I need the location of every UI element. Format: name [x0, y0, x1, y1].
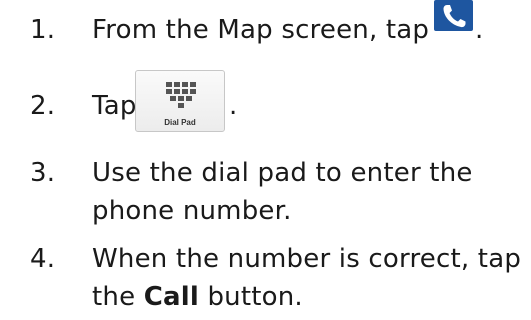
step-4-line-2: the Call button.: [92, 279, 303, 315]
step-1-period: .: [475, 15, 484, 45]
dial-pad-icon: [166, 82, 196, 108]
step-1-text: From the Map screen, tap: [92, 12, 429, 48]
step-2-text: Tap: [92, 91, 137, 121]
step-2-number: 2.: [30, 91, 56, 121]
phone-icon: [434, 0, 473, 31]
step-1-instruction: From the Map screen, tap: [92, 15, 430, 45]
dial-pad-label: Dial Pad: [164, 118, 196, 127]
call-button-name: Call: [143, 282, 199, 312]
step-4-line-2-start: the: [92, 282, 144, 312]
step-4-number: 4.: [30, 244, 56, 274]
step-3-number: 3.: [30, 158, 56, 188]
step-3-line-1: Use the dial pad to enter the: [92, 158, 473, 188]
dial-pad-button[interactable]: Dial Pad: [135, 70, 225, 132]
step-3-line-2: phone number.: [92, 196, 292, 226]
step-4-line-2-end: button.: [199, 282, 303, 312]
step-2-period: .: [229, 91, 238, 121]
step-4-line-1: When the number is correct, tap: [92, 244, 522, 274]
step-1-number: 1.: [30, 15, 56, 45]
